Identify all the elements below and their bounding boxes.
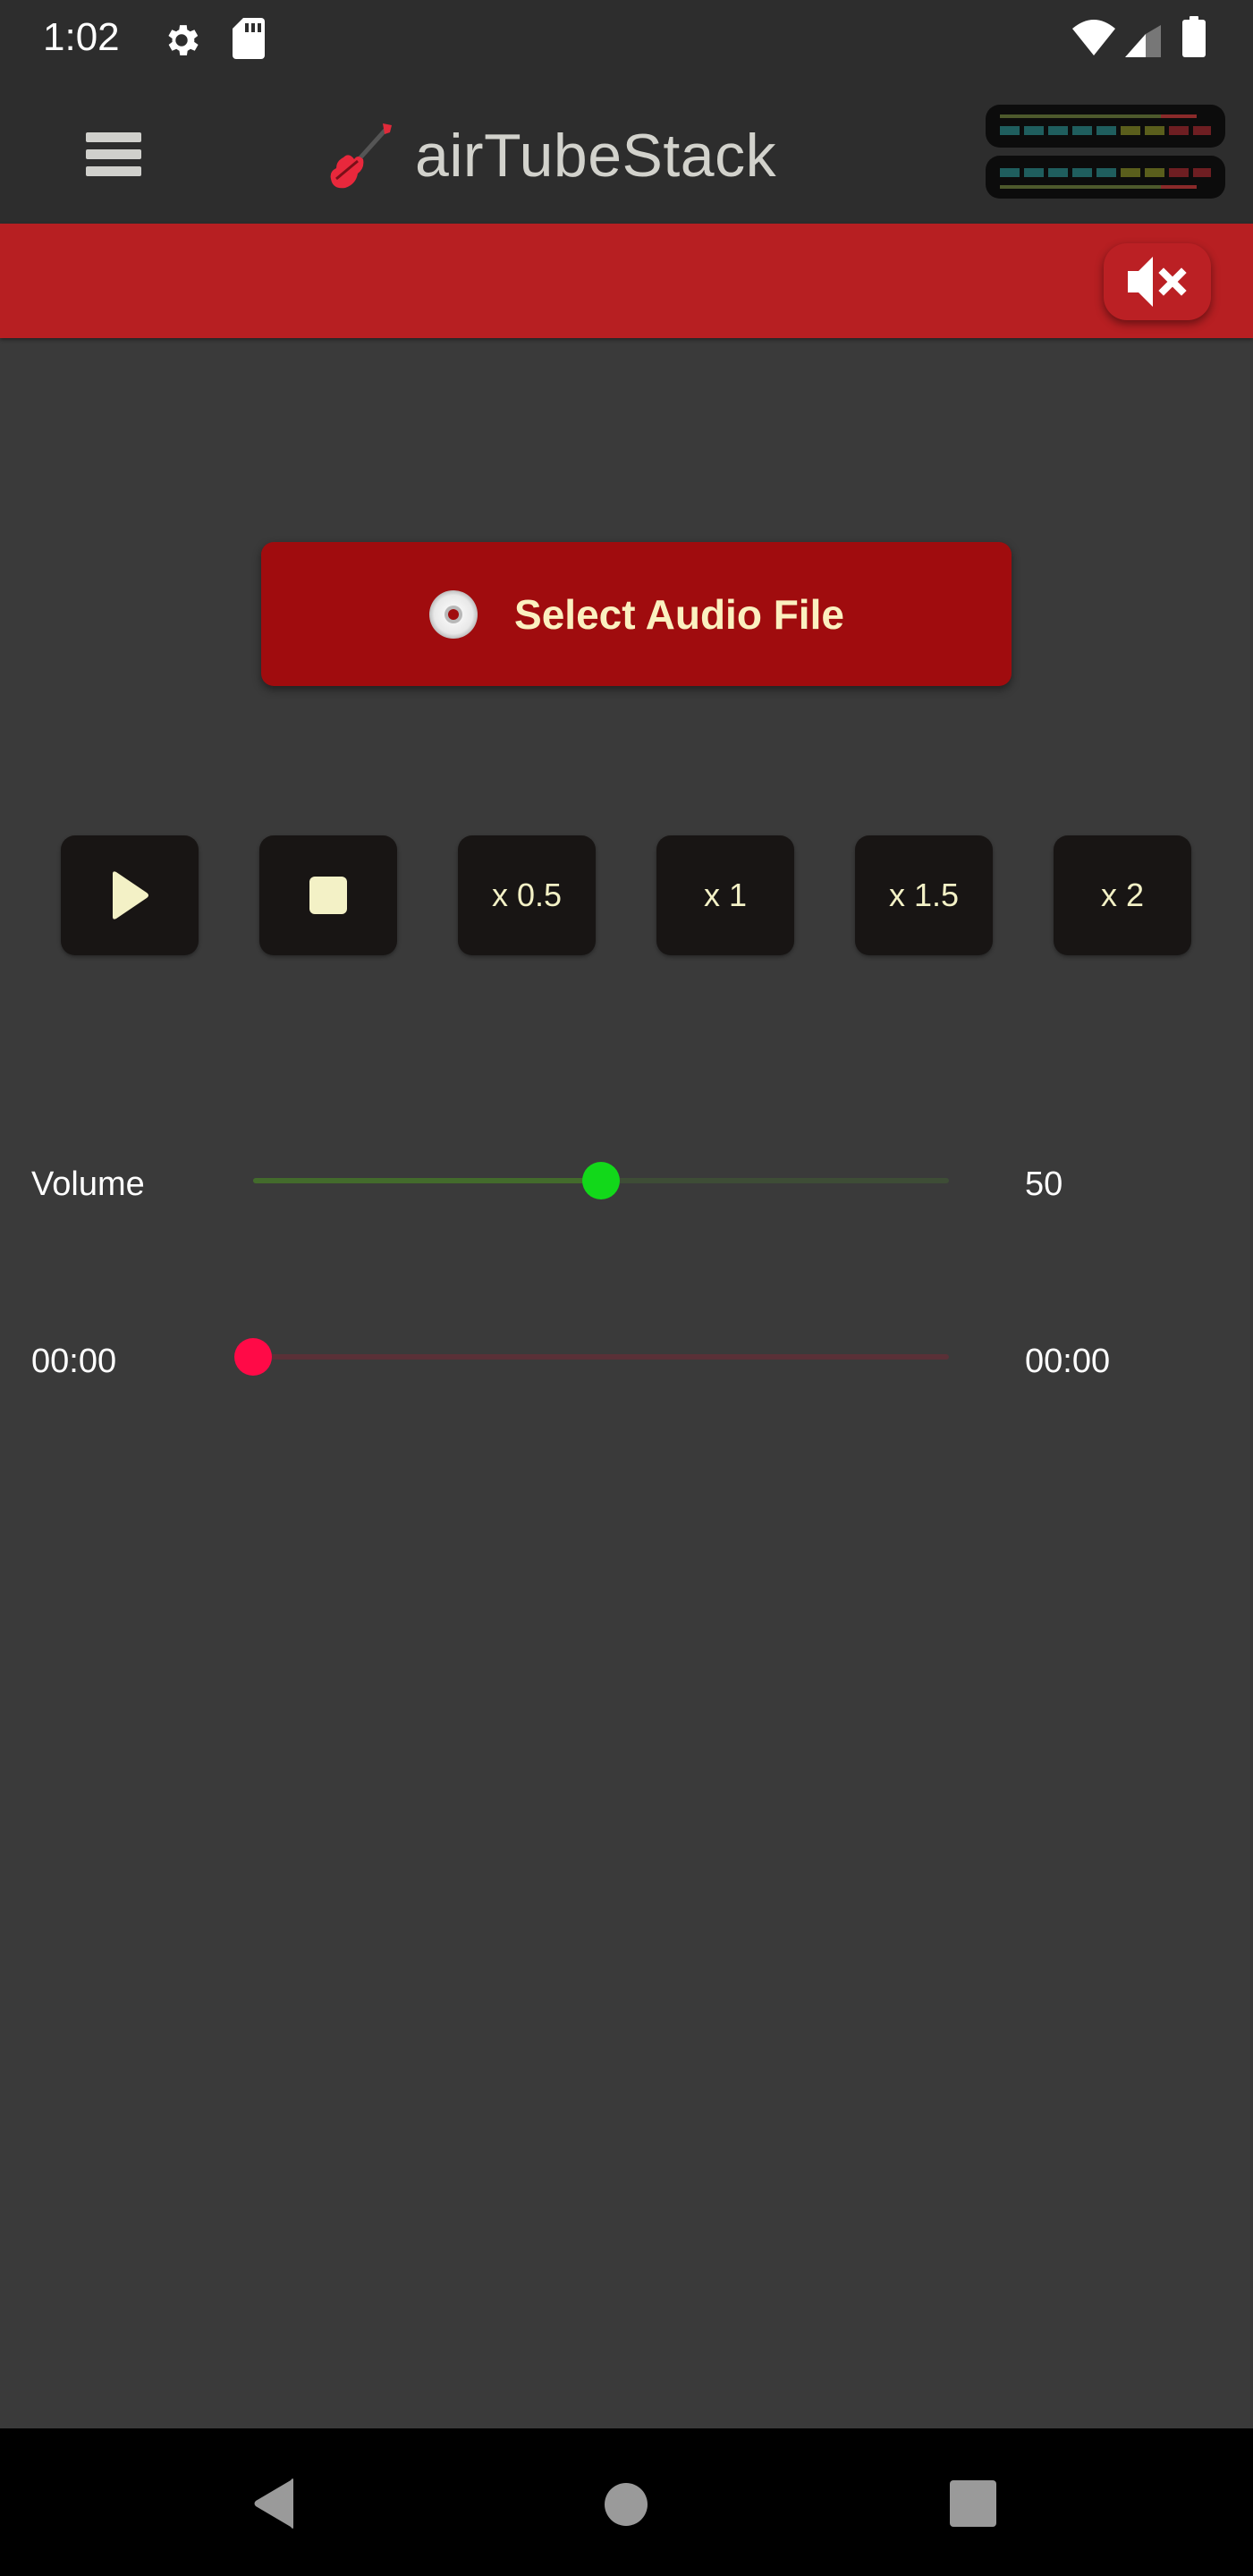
stop-icon	[309, 877, 347, 914]
settings-icon	[168, 25, 199, 55]
seek-track	[253, 1354, 949, 1360]
red-banner	[0, 224, 1253, 338]
speed-0-5-button[interactable]: x 0.5	[458, 835, 596, 955]
play-button[interactable]	[61, 835, 199, 955]
wifi-icon	[1072, 20, 1115, 55]
speed-1-button[interactable]: x 1	[656, 835, 794, 955]
seek-slider[interactable]	[234, 1337, 968, 1377]
vu-meter-left	[986, 105, 1225, 148]
volume-slider[interactable]	[234, 1161, 968, 1200]
status-time: 1:02	[43, 15, 120, 59]
stop-button[interactable]	[259, 835, 397, 955]
app-title: airTubeStack	[415, 122, 777, 190]
app-title-container: airTubeStack	[326, 111, 776, 200]
system-nav-bar	[0, 2428, 1253, 2576]
speed-2-button[interactable]: x 2	[1054, 835, 1191, 955]
app-toolbar: airTubeStack	[0, 89, 1253, 224]
hamburger-menu-icon[interactable]	[86, 132, 141, 179]
volume-label: Volume	[31, 1165, 145, 1203]
play-icon	[113, 871, 148, 919]
vu-meter-right-bars	[1000, 168, 1211, 189]
cd-disc-icon	[429, 589, 478, 639]
select-audio-file-button[interactable]: Select Audio File	[261, 542, 1012, 686]
speed-1-5-button[interactable]: x 1.5	[855, 835, 993, 955]
battery-icon	[1182, 16, 1206, 57]
volume-track-fill	[253, 1178, 601, 1183]
select-audio-file-label: Select Audio File	[514, 590, 844, 638]
guitar-icon	[330, 123, 392, 189]
volume-thumb[interactable]	[582, 1162, 620, 1199]
total-time: 00:00	[1025, 1343, 1111, 1380]
vu-meter-right	[986, 156, 1225, 199]
cell-signal-icon	[1125, 25, 1161, 57]
sd-card-icon	[233, 18, 265, 59]
mute-button[interactable]	[1104, 243, 1211, 320]
vu-meter-icon[interactable]	[986, 105, 1225, 199]
volume-value: 50	[1025, 1165, 1063, 1203]
seek-thumb[interactable]	[234, 1338, 272, 1376]
speaker-muted-icon	[1128, 257, 1187, 307]
recents-icon[interactable]	[950, 2480, 996, 2527]
home-icon[interactable]	[604, 2482, 648, 2527]
elapsed-time: 00:00	[31, 1343, 117, 1380]
back-icon[interactable]	[252, 2479, 297, 2529]
status-bar: 1:02	[0, 0, 1253, 89]
vu-meter-left-bars	[1000, 114, 1211, 135]
